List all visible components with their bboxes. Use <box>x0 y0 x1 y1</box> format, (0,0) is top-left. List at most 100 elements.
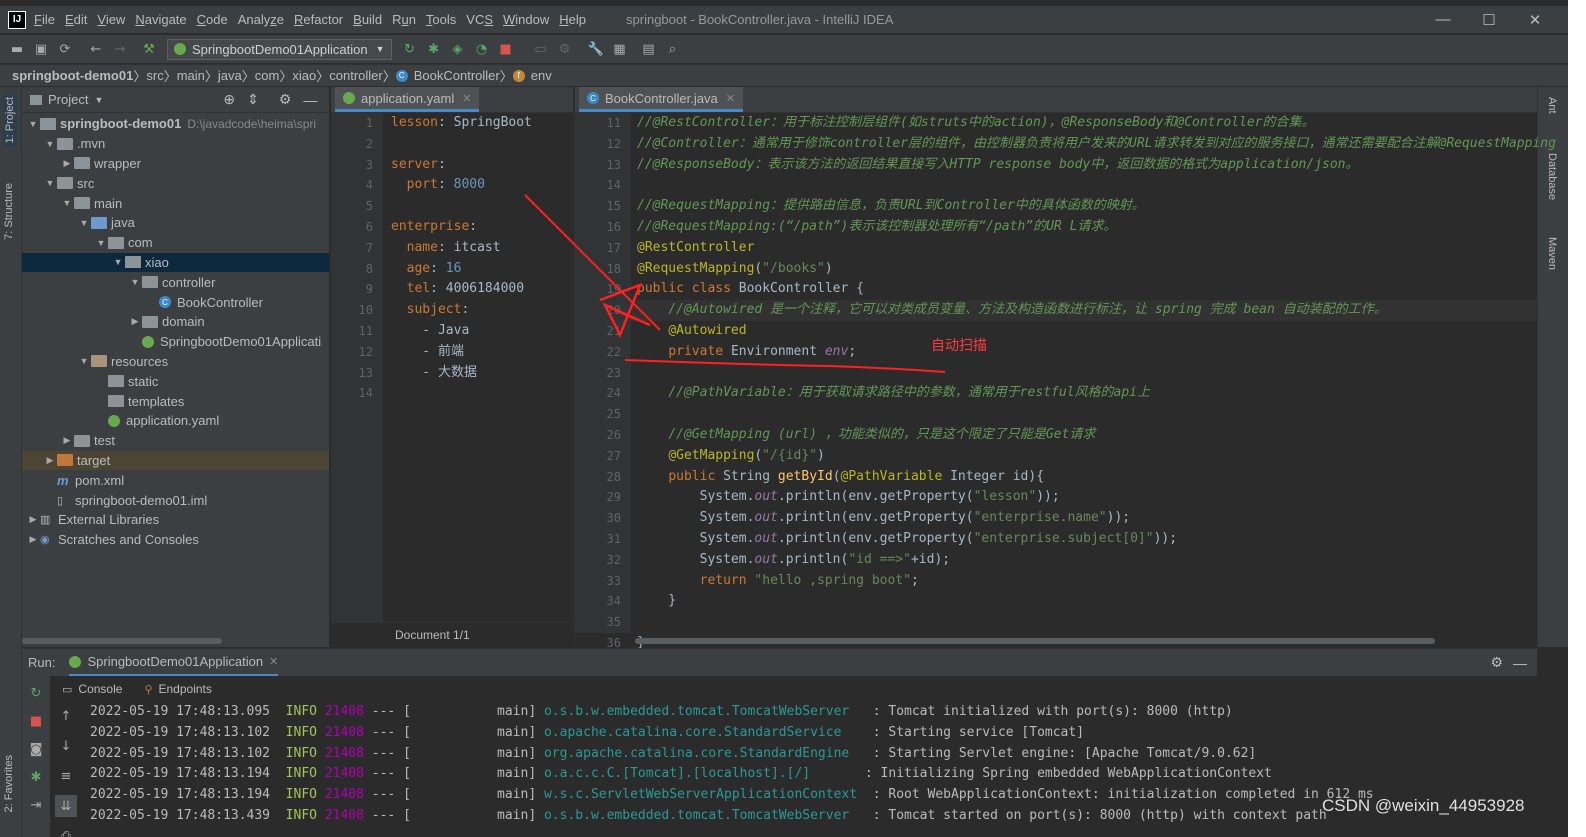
tree-item[interactable]: ▼ src <box>22 173 329 193</box>
tree-arrow-icon[interactable]: ▶ <box>43 455 57 466</box>
breadcrumb-item[interactable]: xiao <box>292 68 316 83</box>
close-tab-icon[interactable]: ✕ <box>726 92 735 105</box>
scroll-down-icon[interactable]: ↓ <box>55 735 77 757</box>
back-icon[interactable]: ← <box>85 38 107 60</box>
tree-arrow-icon[interactable]: ▼ <box>43 139 57 149</box>
menu-item-window[interactable]: Window <box>503 12 549 27</box>
menu-item-navigate[interactable]: Navigate <box>135 12 186 27</box>
wrench-icon[interactable]: 🔧 <box>585 38 607 60</box>
chevron-down-icon[interactable]: ▼ <box>94 95 103 105</box>
breadcrumb-item[interactable]: java <box>218 68 242 83</box>
maximize-icon[interactable]: ☐ <box>1466 6 1512 33</box>
soft-wrap-icon[interactable]: ≡ <box>55 765 77 787</box>
hide-icon[interactable]: — <box>1513 655 1527 671</box>
console-output[interactable]: 2022-05-19 17:48:13.095 INFO 21408 --- [… <box>90 702 1374 827</box>
menu-item-tools[interactable]: Tools <box>426 12 456 27</box>
yaml-code[interactable]: lesson: SpringBoot server: port: 8000 ente… <box>391 113 532 404</box>
tab-structure[interactable]: 7: Structure <box>3 183 15 240</box>
menu-item-analyze[interactable]: Analyze <box>238 12 284 27</box>
tree-item[interactable]: ▶ domain <box>22 312 329 332</box>
tab-run-app[interactable]: SpringbootDemo01Application ✕ <box>69 649 279 676</box>
debug-icon[interactable]: ✱ <box>423 38 445 60</box>
project-panel-title[interactable]: Project <box>48 92 88 107</box>
profile-icon[interactable]: ◔ <box>471 38 493 60</box>
tree-item[interactable]: m pom.xml <box>22 470 329 490</box>
tree-arrow-icon[interactable]: ▶ <box>26 514 40 525</box>
project-structure-icon[interactable]: ▦ <box>609 38 631 60</box>
tree-item[interactable]: templates <box>22 391 329 411</box>
exit-icon[interactable]: ⇥ <box>25 794 47 816</box>
close-tab-icon[interactable]: ✕ <box>269 655 278 668</box>
breadcrumb-item[interactable]: com <box>255 68 280 83</box>
tab-application-yaml[interactable]: application.yaml ✕ <box>335 87 480 112</box>
menu-item-edit[interactable]: Edit <box>65 12 87 27</box>
tree-item[interactable]: ▶ ▥ External Libraries <box>22 510 329 530</box>
scroll-to-end-icon[interactable]: ⇊ <box>55 795 77 817</box>
menu-item-view[interactable]: View <box>97 12 125 27</box>
close-icon[interactable]: ✕ <box>1512 6 1558 33</box>
debug-icon[interactable]: ✱ <box>25 766 47 788</box>
terminal-icon[interactable]: ▤ <box>638 38 660 60</box>
minimize-icon[interactable]: — <box>1420 6 1466 33</box>
breadcrumb-item[interactable]: main <box>177 68 205 83</box>
horizontal-scrollbar[interactable] <box>22 638 222 644</box>
tree-item[interactable]: application.yaml <box>22 411 329 431</box>
tree-arrow-icon[interactable]: ▶ <box>60 158 74 169</box>
tree-item[interactable]: ▼ springboot-demo01 D:\javadcode\heima\spr… <box>22 114 329 134</box>
tree-arrow-icon[interactable]: ▼ <box>128 277 142 287</box>
menu-item-build[interactable]: Build <box>353 12 382 27</box>
menu-item-run[interactable]: Run <box>392 12 416 27</box>
tree-item[interactable]: ▼ com <box>22 233 329 253</box>
horizontal-scrollbar[interactable] <box>635 638 1435 644</box>
close-tab-icon[interactable]: ✕ <box>462 92 471 105</box>
tab-console[interactable]: ▭ Console <box>62 682 122 696</box>
tree-arrow-icon[interactable]: ▼ <box>60 198 74 208</box>
tree-item[interactable]: ▼ java <box>22 213 329 233</box>
breadcrumb-item[interactable]: f env <box>512 68 552 83</box>
tree-arrow-icon[interactable]: ▼ <box>111 257 125 267</box>
tree-item[interactable]: ▼ main <box>22 193 329 213</box>
breadcrumb-item[interactable]: springboot-demo01 <box>12 68 133 83</box>
forward-icon[interactable]: → <box>109 38 131 60</box>
tab-endpoints[interactable]: ⚲ Endpoints <box>144 682 211 696</box>
print-icon[interactable]: ⎙ <box>55 825 77 837</box>
menu-item-vcs[interactable]: VCS <box>466 12 493 27</box>
menu-item-code[interactable]: Code <box>197 12 228 27</box>
tree-arrow-icon[interactable]: ▼ <box>94 238 108 248</box>
tree-arrow-icon[interactable]: ▶ <box>26 534 40 545</box>
attach-icon[interactable]: ▭ <box>530 38 552 60</box>
menu-item-help[interactable]: Help <box>559 12 586 27</box>
tab-project[interactable]: 1: Project <box>3 93 17 148</box>
run-config-select[interactable]: SpringbootDemo01Application ▼ <box>167 38 392 60</box>
gear-icon[interactable]: ⚙ <box>1490 654 1503 671</box>
locate-icon[interactable]: ⊕ <box>223 91 235 108</box>
tree-item[interactable]: SpringbootDemo01Applicati <box>22 332 329 352</box>
build-hammer-icon[interactable]: ⚒ <box>138 38 160 60</box>
stop-icon[interactable]: ■ <box>25 710 47 732</box>
breadcrumb-item[interactable]: C BookController <box>395 68 500 83</box>
rerun-icon[interactable]: ↻ <box>25 682 47 704</box>
tree-item[interactable]: ▶ test <box>22 431 329 451</box>
tree-arrow-icon[interactable]: ▼ <box>26 119 40 129</box>
tab-favorites[interactable]: 2: Favorites <box>3 755 15 812</box>
rerun-icon[interactable]: ↻ <box>399 38 421 60</box>
tree-arrow-icon[interactable]: ▼ <box>77 356 91 366</box>
stop-icon[interactable]: ■ <box>495 38 517 60</box>
camera-icon[interactable]: ◙ <box>25 738 47 760</box>
breadcrumb-item[interactable]: controller <box>329 68 382 83</box>
tree-arrow-icon[interactable]: ▼ <box>77 218 91 228</box>
tree-item[interactable]: ▼ controller <box>22 272 329 292</box>
tree-item[interactable]: ▶ ◉ Scratches and Consoles <box>22 530 329 550</box>
collapse-icon[interactable]: ⇕ <box>247 91 259 108</box>
search-icon[interactable]: ⌕ <box>662 38 684 60</box>
tree-item[interactable]: ▼ resources <box>22 352 329 372</box>
menu-item-refactor[interactable]: Refactor <box>294 12 343 27</box>
tab-bookcontroller-java[interactable]: C BookController.java ✕ <box>579 87 743 112</box>
tree-item[interactable]: ▼ .mvn <box>22 134 329 154</box>
tree-arrow-icon[interactable]: ▶ <box>60 435 74 446</box>
scroll-up-icon[interactable]: ↑ <box>55 705 77 727</box>
open-folder-icon[interactable]: ▬ <box>6 38 28 60</box>
tree-arrow-icon[interactable]: ▶ <box>128 316 142 327</box>
tree-item[interactable]: static <box>22 371 329 391</box>
java-code[interactable]: //@RestController：用于标注控制层组件(如struts中的act… <box>637 113 1556 654</box>
